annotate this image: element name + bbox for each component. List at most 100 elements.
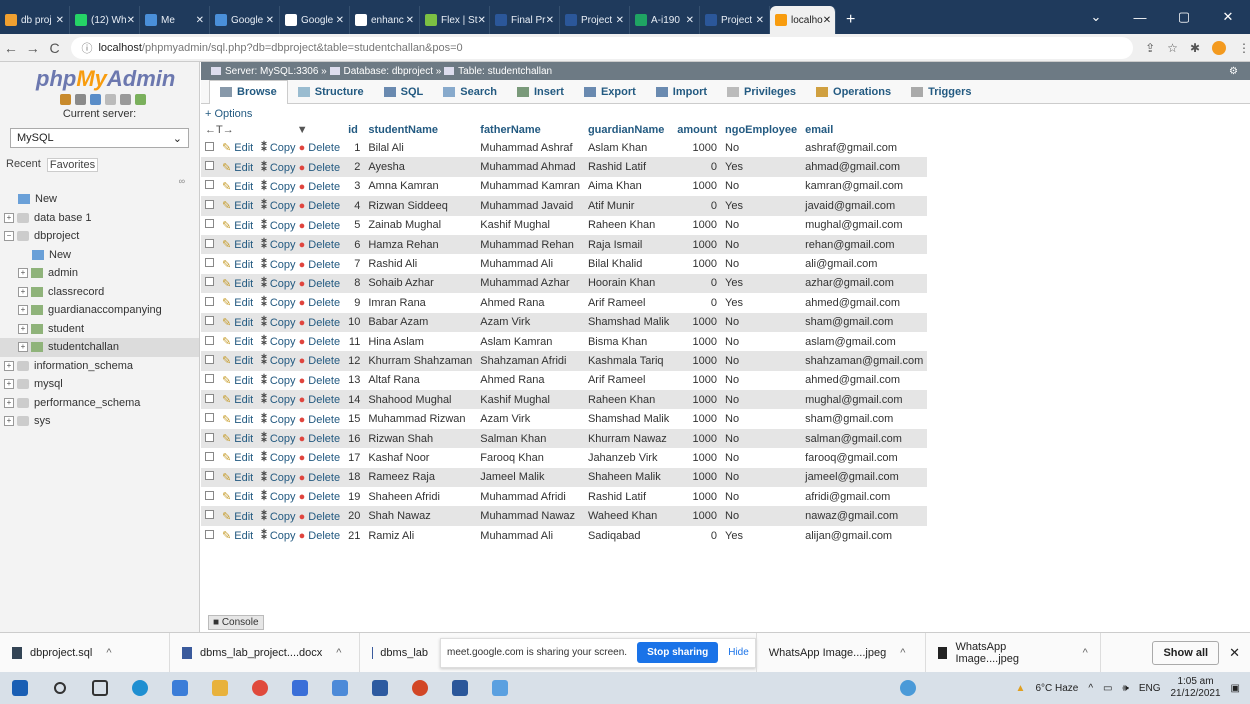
cell-fathername[interactable]: Muhammad Nawaz [476, 506, 584, 526]
cell-studentname[interactable]: Shahood Mughal [364, 390, 477, 410]
cell-fathername[interactable]: Ahmed Rana [476, 370, 584, 391]
browser-tab[interactable]: Google ✕ [210, 6, 280, 34]
browser-tab[interactable]: Final Pr ✕ [490, 6, 560, 34]
copy-delete-links[interactable]: ⁑ Copy ● Delete [257, 409, 345, 429]
tab-search[interactable]: Search [433, 80, 507, 104]
cell-guardianname[interactable]: Shaheen Malik [583, 467, 674, 488]
column-header-guardianname[interactable]: guardianName [584, 122, 673, 138]
cell-guardianname[interactable]: Atif Munir [583, 196, 674, 216]
cell-id[interactable]: 6 [344, 234, 365, 255]
reload-nav-icon[interactable] [135, 94, 146, 105]
expand-icon[interactable]: + [18, 286, 28, 297]
copy-delete-links[interactable]: ⁑ Copy ● Delete [257, 428, 345, 449]
copy-link[interactable]: Copy [270, 317, 296, 329]
cell-fathername[interactable]: Jameel Malik [476, 467, 584, 488]
expand-icon[interactable]: + [18, 268, 28, 279]
cell-studentname[interactable]: Hamza Rehan [364, 234, 477, 255]
copy-link[interactable]: Copy [270, 336, 296, 348]
breadcrumb-server[interactable]: Server: MySQL:3306 [225, 66, 318, 77]
cell-fathername[interactable]: Muhammad Ahmad [476, 157, 584, 177]
browser-tab[interactable]: Project ✕ [560, 6, 630, 34]
tab-close-icon[interactable]: ✕ [406, 15, 414, 26]
copy-delete-links[interactable]: ⁑ Copy ● Delete [257, 196, 345, 216]
cell-email[interactable]: azhar@gmail.com [801, 273, 928, 294]
cell-guardianname[interactable]: Aima Khan [583, 176, 674, 197]
cell-id[interactable]: 19 [344, 487, 365, 507]
cell-email[interactable]: sham@gmail.com [801, 409, 928, 429]
row-checkbox[interactable] [201, 409, 218, 429]
column-header-id[interactable]: id [344, 122, 364, 138]
delete-link[interactable]: Delete [308, 511, 340, 523]
copy-delete-links[interactable]: ⁑ Copy ● Delete [257, 157, 345, 177]
close-icon[interactable]: ✕ [1219, 645, 1250, 661]
cell-guardianname[interactable]: Hoorain Khan [583, 273, 674, 294]
cell-guardianname[interactable]: Khurram Nawaz [583, 428, 674, 449]
cell-id[interactable]: 16 [344, 428, 365, 449]
cell-guardianname[interactable]: Shamshad Malik [583, 409, 674, 429]
cell-amount[interactable]: 1000 [673, 487, 721, 507]
windows-start-icon[interactable] [0, 672, 40, 704]
photos-icon[interactable] [480, 672, 520, 704]
cell-ngoemployee[interactable]: No [721, 467, 802, 488]
cell-id[interactable]: 12 [344, 351, 365, 371]
row-checkbox[interactable] [201, 293, 218, 313]
cell-email[interactable]: jameel@gmail.com [801, 467, 928, 488]
expand-icon[interactable]: + [18, 323, 28, 334]
cell-studentname[interactable]: Rameez Raja [364, 467, 477, 488]
tree-item-new[interactable]: New [0, 246, 199, 265]
delete-link[interactable]: Delete [308, 491, 340, 503]
delete-link[interactable]: Delete [308, 259, 340, 271]
cell-studentname[interactable]: Ayesha [364, 157, 477, 177]
edit-link[interactable]: ✎ Edit [218, 312, 258, 332]
cell-amount[interactable]: 1000 [673, 370, 721, 391]
delete-link[interactable]: Delete [308, 355, 340, 367]
cell-guardianname[interactable]: Raja Ismail [583, 234, 674, 255]
cell-ngoemployee[interactable]: No [721, 331, 802, 352]
back-arrow-icon[interactable]: ← [0, 40, 22, 56]
copy-link[interactable]: Copy [270, 511, 296, 523]
copy-link[interactable]: Copy [270, 200, 296, 212]
cell-studentname[interactable]: Shah Nawaz [364, 506, 477, 526]
cell-id[interactable]: 10 [344, 312, 365, 332]
cell-id[interactable]: 18 [344, 467, 365, 488]
recent-tab[interactable]: Recent [6, 158, 41, 172]
download-item[interactable]: WhatsApp Image....jpeg ^ [755, 632, 926, 673]
cell-studentname[interactable]: Ramiz Ali [364, 525, 477, 546]
copy-link[interactable]: Copy [270, 278, 296, 290]
cell-ngoemployee[interactable]: No [721, 138, 802, 158]
tab-close-icon[interactable]: ✕ [823, 15, 831, 26]
delete-link[interactable]: Delete [308, 162, 340, 174]
delete-link[interactable]: Delete [308, 433, 340, 445]
tray-chevron-icon[interactable]: ^ [1088, 683, 1093, 694]
cell-amount[interactable]: 1000 [673, 409, 721, 429]
cell-amount[interactable]: 1000 [673, 234, 721, 255]
cell-guardianname[interactable]: Kashmala Tariq [583, 351, 674, 371]
row-checkbox[interactable] [201, 525, 218, 546]
word-icon[interactable] [440, 672, 480, 704]
cell-amount[interactable]: 0 [673, 273, 721, 294]
cell-guardianname[interactable]: Jahanzeb Virk [583, 448, 674, 468]
tab-browse[interactable]: Browse [209, 79, 288, 104]
browser-tab[interactable]: A-i190 ✕ [630, 6, 700, 34]
delete-link[interactable]: Delete [308, 452, 340, 464]
tree-item-information-schema[interactable]: + information_schema [0, 357, 199, 376]
cell-id[interactable]: 13 [344, 370, 365, 391]
browser-tab[interactable]: Flex | St ✕ [420, 6, 490, 34]
cell-guardianname[interactable]: Bisma Khan [583, 331, 674, 352]
cell-guardianname[interactable]: Rashid Latif [583, 487, 674, 507]
download-item[interactable]: WhatsApp Image....jpeg ^ [926, 632, 1101, 673]
browser-tab[interactable]: localho ✕ [770, 6, 836, 34]
browser-tab[interactable]: (12) Wh ✕ [70, 6, 140, 34]
copy-link[interactable]: Copy [270, 491, 296, 503]
cell-amount[interactable]: 0 [673, 157, 721, 177]
cell-email[interactable]: ali@gmail.com [801, 254, 928, 274]
cell-id[interactable]: 5 [344, 215, 365, 235]
browser-tab[interactable]: Project ✕ [700, 6, 770, 34]
cell-email[interactable]: shahzaman@gmail.com [801, 351, 928, 371]
cell-studentname[interactable]: Rizwan Shah [364, 428, 477, 449]
cell-ngoemployee[interactable]: No [721, 234, 802, 255]
share-icon[interactable]: ⇪ [1145, 41, 1155, 55]
stop-sharing-button[interactable]: Stop sharing [637, 642, 719, 663]
row-checkbox[interactable] [201, 448, 218, 468]
copy-delete-links[interactable]: ⁑ Copy ● Delete [257, 293, 345, 313]
